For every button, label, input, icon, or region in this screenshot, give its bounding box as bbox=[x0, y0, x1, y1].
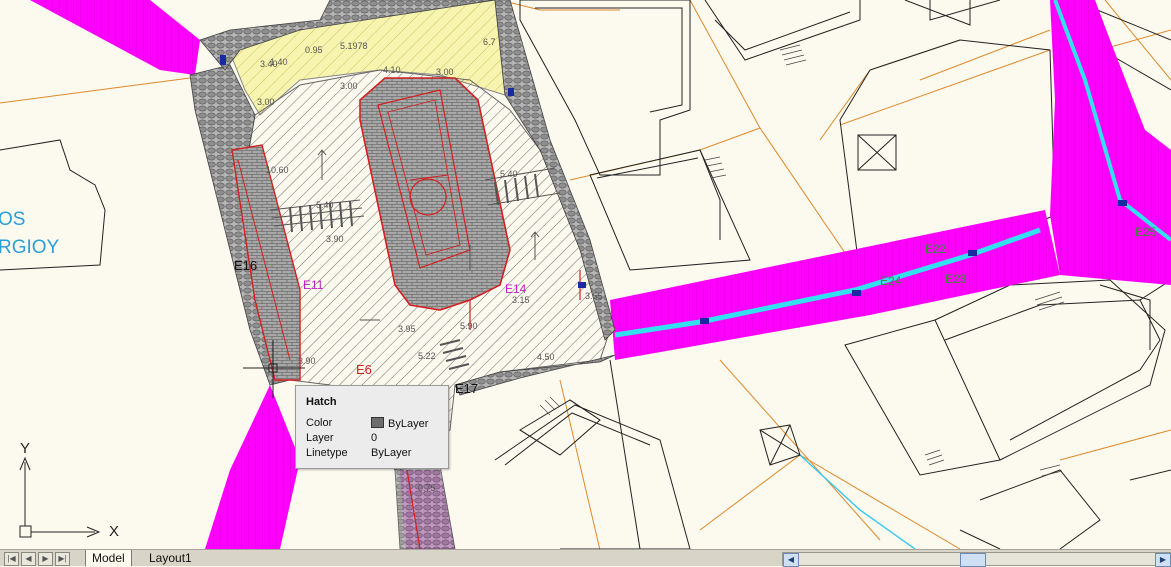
tab-model[interactable]: Model bbox=[85, 550, 132, 566]
dim-label: 0.95 bbox=[305, 45, 323, 55]
place-name-label: OS bbox=[0, 209, 26, 230]
tooltip-title: Hatch bbox=[306, 396, 337, 408]
dim-label: 6.7 bbox=[483, 37, 496, 47]
tooltip-label-color: Color bbox=[306, 417, 333, 429]
layout-tab-bar: |◀ ◀ ▶ ▶| Model Layout1 ◀ ▶ bbox=[0, 549, 1171, 567]
object-tooltip: Hatch Color ByLayer Layer 0 Linetype ByL… bbox=[295, 385, 449, 469]
nav-first-icon[interactable]: |◀ bbox=[4, 552, 19, 566]
point-tag: E14 bbox=[505, 282, 527, 296]
ucs-y-label: Y bbox=[20, 440, 31, 457]
dim-label: 4.10 bbox=[383, 65, 401, 75]
color-swatch-icon bbox=[371, 417, 384, 428]
dim-label: 5.90 bbox=[460, 321, 478, 331]
horizontal-scrollbar[interactable]: ◀ ▶ bbox=[782, 552, 1171, 567]
dim-label: 5.40 bbox=[500, 169, 518, 179]
dim-label: 3.90 bbox=[298, 356, 316, 366]
tooltip-value-color: ByLayer bbox=[371, 417, 428, 430]
tab-layout1[interactable]: Layout1 bbox=[143, 550, 198, 566]
point-tag: E22 bbox=[925, 242, 947, 256]
dim-label: 5.40 bbox=[316, 200, 334, 210]
tooltip-label-layer: Layer bbox=[306, 432, 334, 444]
dim-label: 0.75 bbox=[418, 483, 436, 493]
nav-prev-icon[interactable]: ◀ bbox=[21, 552, 36, 566]
place-name-label: RGIOY bbox=[0, 237, 60, 258]
dim-label: 3.15 bbox=[512, 295, 530, 305]
dim-label: 10.60 bbox=[266, 165, 289, 175]
dim-label: 3.00 bbox=[340, 81, 358, 91]
point-tag: E24 bbox=[880, 274, 902, 288]
point-tag: E6 bbox=[356, 362, 372, 377]
dim-label: 3.90 bbox=[326, 234, 344, 244]
point-tag: E23 bbox=[945, 272, 967, 286]
dim-label: 5.22 bbox=[418, 351, 436, 361]
point-tag: E17 bbox=[455, 381, 479, 396]
tooltip-value-layer: 0 bbox=[371, 432, 378, 444]
dim-label: 3.00 bbox=[436, 67, 454, 77]
point-tag: E16 bbox=[234, 258, 258, 273]
tooltip-value-linetype: ByLayer bbox=[371, 447, 412, 459]
dim-label: 3.55 bbox=[585, 291, 603, 301]
drawing-canvas[interactable]: 1.40 0.95 5.1978 6.7 3.40 4.10 3.00 3.00… bbox=[0, 0, 1171, 549]
tooltip-label-linetype: Linetype bbox=[306, 447, 348, 459]
ucs-x-label: X bbox=[109, 523, 120, 540]
dim-label: 3.95 bbox=[398, 324, 416, 334]
dim-label: 4.50 bbox=[537, 352, 555, 362]
nav-next-icon[interactable]: ▶ bbox=[38, 552, 53, 566]
point-tag: E11 bbox=[303, 278, 324, 292]
nav-last-icon[interactable]: ▶| bbox=[55, 552, 70, 566]
dim-label: 3.00 bbox=[257, 97, 275, 107]
dim-label: 5.1978 bbox=[340, 41, 368, 51]
point-tag: E25 bbox=[1135, 225, 1157, 239]
dim-label: 3.40 bbox=[260, 59, 278, 69]
